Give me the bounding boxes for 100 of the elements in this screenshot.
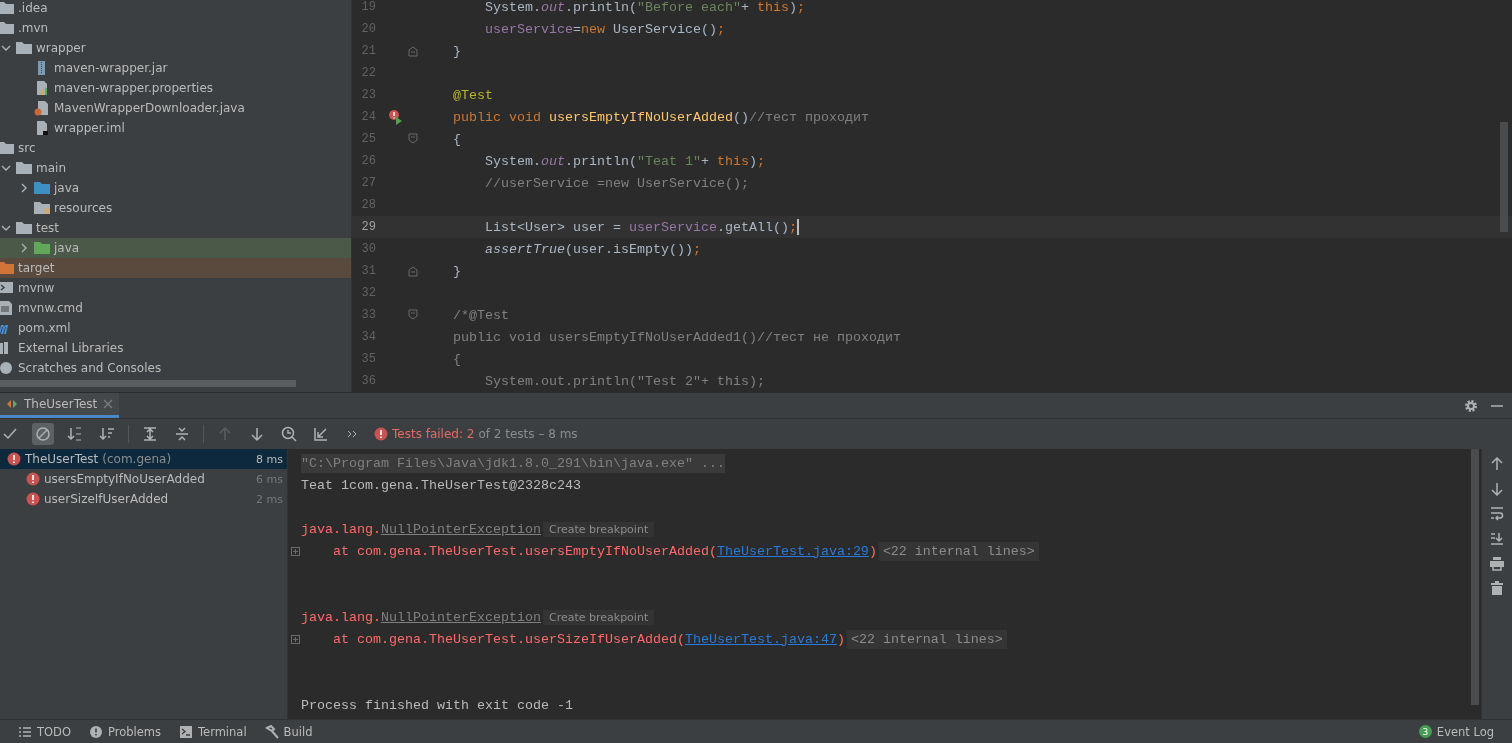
code-text: { (453, 131, 461, 147)
exception-link[interactable]: NullPointerException (381, 609, 541, 625)
chevron-down-icon[interactable] (1, 43, 11, 53)
test-name: usersEmptyIfNoUserAdded (44, 472, 205, 486)
tree-item-label: target (18, 261, 55, 275)
tree-item[interactable]: MavenWrapperDownloader.java (0, 98, 351, 118)
code-text: public void usersEmptyIfNoUserAdded1()//тест не проходит (453, 329, 901, 345)
line-number: 34 (360, 330, 376, 344)
test-result-row[interactable]: usersEmptyIfNoUserAdded 6 ms (0, 469, 287, 489)
fold-icon[interactable] (407, 265, 419, 277)
tree-item[interactable]: External Libraries (0, 338, 351, 358)
tree-item[interactable]: target (0, 258, 351, 278)
tree-item[interactable]: resources (0, 198, 351, 218)
tree-item[interactable]: .mvn (0, 18, 351, 38)
line-number: 23 (360, 88, 376, 102)
line-number: 19 (360, 0, 376, 14)
test-result-row[interactable]: TheUserTest (com.gena) 8 ms (0, 449, 287, 469)
terminal-icon (179, 724, 193, 739)
tree-item-label: java (54, 241, 80, 255)
console-command: "C:\Program Files\Java\jdk1.8.0_291\bin\java.exe" ... (301, 453, 725, 473)
fold-icon[interactable] (407, 45, 419, 57)
code-text: System.out.println("Before each"+ this); (484, 0, 805, 15)
folder-icon (34, 180, 50, 196)
folded-lines-button[interactable]: <22 internal lines> (878, 541, 1039, 561)
line-number: 33 (360, 308, 376, 322)
code-text: /*@Test (453, 307, 509, 323)
tool-window-button[interactable]: TODO (10, 720, 81, 743)
create-breakpoint-button[interactable]: Create breakpoint (542, 521, 655, 537)
tree-item[interactable]: wrapper.iml (0, 118, 351, 138)
code-text: userService=new UserService(); (484, 21, 725, 37)
exception-link[interactable]: NullPointerException (381, 521, 541, 537)
run-tab[interactable]: TheUserTest (0, 393, 120, 418)
chevron-right-icon[interactable] (19, 243, 29, 253)
source-link[interactable]: TheUserTest.java:29 (716, 543, 869, 559)
test-name: TheUserTest (25, 452, 99, 466)
create-breakpoint-button[interactable]: Create breakpoint (542, 609, 655, 625)
tree-item[interactable]: java (0, 178, 351, 198)
tree-item[interactable]: mvnw (0, 278, 351, 298)
test-duration: 8 ms (256, 452, 283, 466)
arrow-up-icon[interactable] (1490, 456, 1504, 471)
tree-item[interactable]: mvnw.cmd (0, 298, 351, 318)
tool-window-button[interactable]: Terminal (171, 720, 257, 743)
tool-window-button[interactable]: Problems (81, 720, 171, 743)
file-icon (34, 120, 50, 136)
folder-icon (34, 240, 50, 256)
run-config-icon (6, 398, 18, 410)
print-icon[interactable] (1490, 556, 1504, 571)
tree-item[interactable]: maven-wrapper.jar (0, 58, 351, 78)
chevron-right-icon[interactable] (19, 183, 29, 193)
run-failed-icon[interactable] (388, 109, 402, 125)
tree-item-label: wrapper (36, 41, 86, 55)
line-number: 27 (360, 176, 376, 190)
tree-item[interactable]: .idea (0, 0, 351, 18)
expand-icon[interactable] (291, 634, 300, 644)
line-number: 22 (360, 66, 376, 80)
trash-icon[interactable] (1490, 581, 1504, 596)
test-result-row[interactable]: userSizeIfUserAdded 2 ms (0, 489, 287, 509)
exception-package: java.lang. (301, 609, 381, 625)
tree-item[interactable]: Scratches and Consoles (0, 358, 351, 378)
arrow-down-icon[interactable] (1490, 481, 1504, 496)
tree-item[interactable]: wrapper (0, 38, 351, 58)
folder-icon (0, 260, 14, 276)
folded-lines-button[interactable]: <22 internal lines> (846, 629, 1007, 649)
event-log-button[interactable]: 3 Event Log (1410, 720, 1504, 743)
tree-item[interactable]: pom.xml (0, 318, 351, 338)
code-text: System.out.println("Test 2"+ this); (484, 373, 765, 389)
tool-window-button[interactable]: Build (256, 720, 323, 743)
soft-wrap-icon[interactable] (1490, 506, 1504, 521)
source-link[interactable]: TheUserTest.java:47 (684, 631, 837, 647)
code-text: public void usersEmptyIfNoUserAdded()//тест проходит (453, 109, 869, 125)
tree-item[interactable]: java (0, 238, 351, 258)
code-text: @Test (453, 87, 493, 103)
settings-icon[interactable] (1464, 398, 1478, 413)
scroll-to-end-icon[interactable] (1490, 531, 1504, 546)
tree-item-label: .idea (18, 1, 48, 15)
tree-item[interactable]: src (0, 138, 351, 158)
tree-item-label: src (18, 141, 36, 155)
fold-icon[interactable] (407, 133, 419, 145)
scrollbar-thumb[interactable] (1500, 122, 1508, 232)
file-icon (34, 80, 50, 96)
expand-icon[interactable] (291, 546, 300, 556)
console-output: Process finished with exit code -1 (301, 697, 573, 713)
scrollbar-thumb[interactable] (1471, 449, 1479, 705)
chevron-down-icon[interactable] (1, 163, 11, 173)
tree-item[interactable]: test (0, 218, 351, 238)
line-number: 26 (360, 154, 376, 168)
tree-item[interactable]: main (0, 158, 351, 178)
error-icon (26, 472, 40, 486)
fold-icon[interactable] (407, 309, 419, 321)
error-icon (26, 492, 40, 506)
code-text: //userService =new UserService(); (484, 175, 749, 191)
code-text: { (453, 351, 461, 367)
chevron-down-icon[interactable] (1, 223, 11, 233)
code-text: System.out.println("Teat 1"+ this); (484, 153, 765, 169)
code-text: List<User> user = userService.getAll(); (484, 219, 799, 235)
scrollbar-thumb[interactable] (0, 380, 296, 387)
test-status: Tests failed: 2 (392, 427, 475, 441)
folder-icon (16, 220, 32, 236)
tree-item-label: pom.xml (18, 321, 71, 335)
tree-item[interactable]: maven-wrapper.properties (0, 78, 351, 98)
